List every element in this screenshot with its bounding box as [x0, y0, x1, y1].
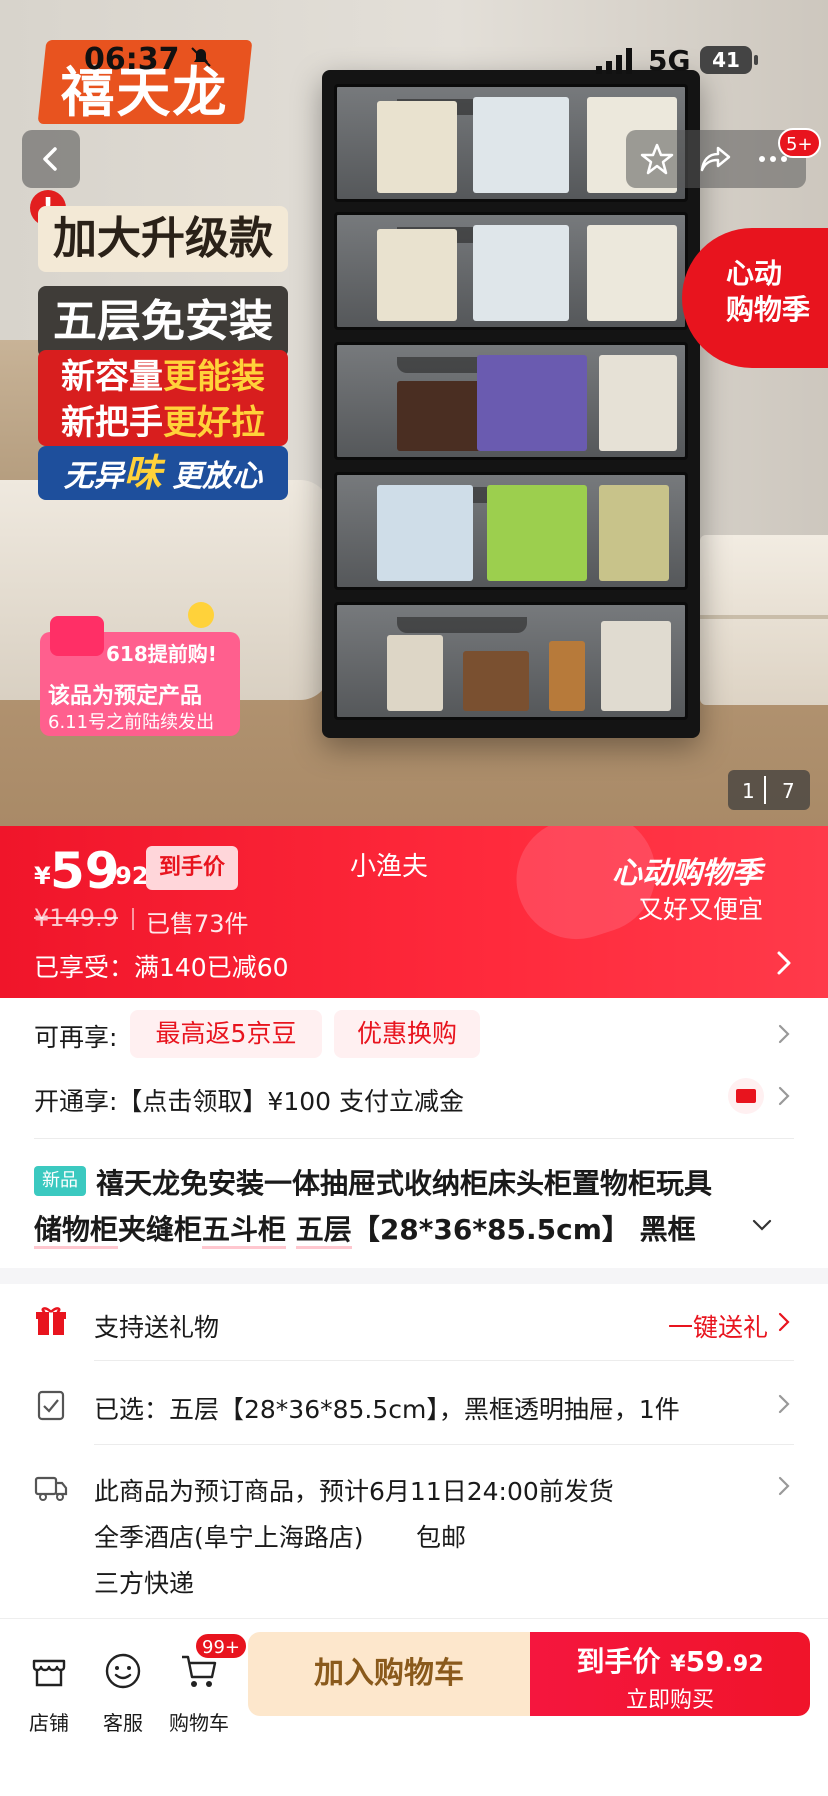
cabinet-drawer — [334, 602, 688, 720]
share-icon[interactable] — [698, 142, 732, 176]
promo-line-upgrade: 加大升级款 — [38, 206, 288, 272]
promo-line-capacity: 新容量更能装 新把手更好拉 — [38, 350, 288, 446]
final-price-tag: 到手价 — [146, 846, 238, 890]
sun-decoration-icon — [188, 602, 214, 628]
chevron-right-icon[interactable] — [778, 1086, 790, 1106]
signal-icon — [596, 48, 632, 74]
promo-line-no-odor: 无异味 更放心 — [38, 446, 288, 500]
delivery-truck-icon — [34, 1476, 68, 1501]
hero-side-table — [700, 535, 828, 705]
event-subtitle: 又好又便宜 — [638, 895, 764, 924]
add-to-cart-button[interactable]: 加入购物车 — [248, 1632, 530, 1716]
battery-indicator: 41 — [700, 46, 758, 74]
delivery-truck-icon — [50, 616, 104, 656]
chevron-right-icon[interactable] — [778, 1394, 790, 1414]
chevron-right-icon[interactable] — [778, 1476, 790, 1496]
original-price: ¥149.9 — [34, 904, 118, 932]
checklist-icon — [37, 1390, 65, 1421]
price-currency: ¥ — [34, 862, 51, 890]
chevron-right-icon[interactable] — [776, 950, 792, 976]
product-title-line1: 禧天龙免安装一体抽屉式收纳柜床头柜置物柜玩具 — [96, 1167, 713, 1200]
gift-icon — [36, 1307, 66, 1335]
free-shipping-label: 包邮 — [416, 1523, 467, 1552]
network-type: 5G — [648, 44, 691, 77]
product-image-carousel[interactable]: 禧天龙 ! 加大升级款 五层免安装 新容量更能装 新把手更好拉 无异味 更放心 … — [0, 0, 828, 826]
store-icon — [32, 1659, 66, 1687]
benefits-label: 可再享: — [34, 1023, 118, 1052]
courier-type: 三方快递 — [94, 1569, 195, 1598]
chevron-down-icon[interactable] — [752, 1218, 772, 1232]
product-title-line2: 储物柜夹缝柜五斗柜 五层【28*36*85.5cm】 黑框 — [34, 1208, 696, 1249]
event-heart-badge[interactable]: 心动 购物季 — [682, 228, 828, 368]
exchange-pill[interactable]: 优惠换购 — [334, 1010, 480, 1058]
card-icon — [728, 1078, 764, 1114]
chevron-right-icon[interactable] — [778, 1312, 790, 1332]
price-band: ¥ 59 .92 到手价 小渔夫 ¥149.9 已售73件 已享受：满140已减… — [0, 826, 828, 998]
chevron-left-icon — [43, 147, 57, 171]
divider — [94, 1360, 794, 1361]
price-divider — [132, 908, 134, 930]
one-click-gift-link[interactable]: 一键送礼 — [668, 1308, 768, 1344]
event-title: 心动购物季 — [612, 856, 762, 891]
star-icon[interactable] — [640, 142, 674, 176]
cabinet-drawer — [334, 472, 688, 590]
cabinet-drawer — [334, 212, 688, 330]
jingdou-pill[interactable]: 最高返5京豆 — [130, 1010, 322, 1058]
image-counter: 1 7 — [728, 770, 810, 810]
promo-line-five-layer: 五层免安装 — [38, 286, 288, 358]
shop-name[interactable]: 小渔夫 — [350, 846, 428, 883]
bell-off-icon — [191, 47, 211, 67]
shipping-address: 全季酒店(阜宁上海路店) — [94, 1523, 364, 1552]
chat-smile-icon — [105, 1653, 141, 1689]
divider — [94, 1444, 794, 1445]
shipping-estimate[interactable]: 此商品为预订商品，预计6月11日24:00前发货 — [94, 1472, 614, 1508]
preorder-badge: 618提前购! 该品为预定产品 6.11号之前陆续发出 — [40, 616, 240, 736]
message-count-badge: 5+ — [778, 128, 821, 158]
gift-support-label: 支持送礼物 — [94, 1313, 220, 1342]
buy-now-button[interactable]: 到手价 ¥59.92 立即购买 — [530, 1632, 810, 1716]
section-gap — [0, 1268, 828, 1284]
back-button[interactable] — [22, 130, 80, 188]
discount-info[interactable]: 已享受：满140已减60 — [34, 948, 289, 984]
selected-spec[interactable]: 已选：五层【28*36*85.5cm】，黑框透明抽屉，1件 — [94, 1390, 680, 1426]
new-product-tag: 新品 — [34, 1166, 86, 1196]
payment-benefit[interactable]: 开通享:【点击领取】¥100 支付立减金 — [34, 1082, 464, 1118]
cabinet-drawer — [334, 342, 688, 460]
price-decimal: .92 — [106, 862, 149, 890]
chevron-right-icon[interactable] — [778, 1024, 790, 1044]
cart-count-badge: 99+ — [194, 1632, 248, 1660]
sold-count: 已售73件 — [146, 910, 249, 938]
divider — [34, 1138, 794, 1139]
status-time: 06:37 — [84, 42, 180, 77]
